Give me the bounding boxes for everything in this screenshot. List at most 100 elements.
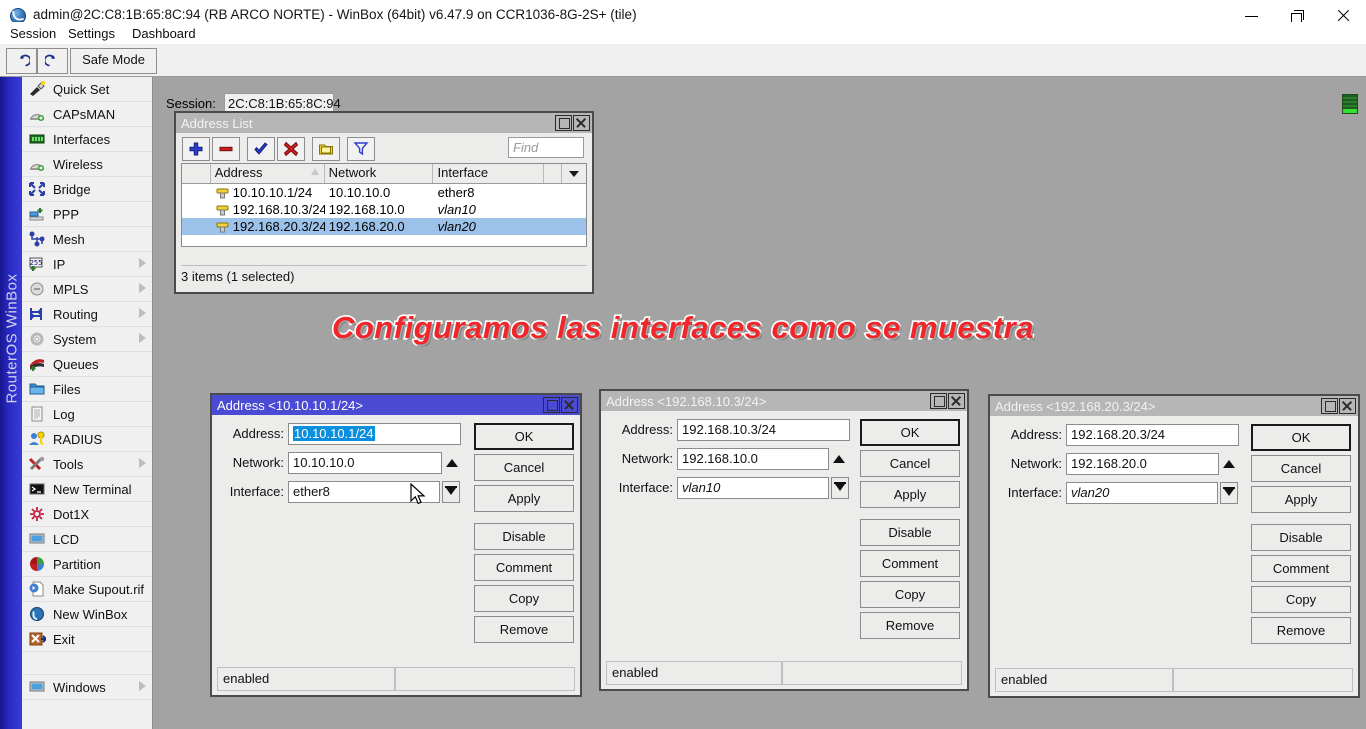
- apply-button[interactable]: Apply: [860, 481, 960, 508]
- copy-button[interactable]: Copy: [860, 581, 960, 608]
- sidebar-item-ip[interactable]: 255 IP: [22, 252, 152, 277]
- comment-button[interactable]: [312, 137, 340, 161]
- ok-button[interactable]: OK: [1251, 424, 1351, 451]
- address-input[interactable]: 192.168.10.3/24: [677, 419, 850, 441]
- sidebar-item-wireless[interactable]: Wireless: [22, 152, 152, 177]
- address-pin-icon: [216, 221, 229, 233]
- sidebar-item-label: Bridge: [53, 182, 91, 197]
- status-extra: [395, 667, 575, 691]
- close-icon[interactable]: [573, 115, 590, 131]
- redo-button[interactable]: [37, 48, 68, 74]
- remove-button[interactable]: Remove: [1251, 617, 1351, 644]
- remove-button[interactable]: [212, 137, 240, 161]
- sidebar-item-dot1x[interactable]: Dot1X: [22, 502, 152, 527]
- disable-button[interactable]: Disable: [860, 519, 960, 546]
- sidebar-item-mpls[interactable]: MPLS: [22, 277, 152, 302]
- address-input[interactable]: 192.168.20.3/24: [1066, 424, 1239, 446]
- menu-item-settings[interactable]: Settings: [62, 25, 121, 42]
- sidebar-item-new-winbox[interactable]: New WinBox: [22, 602, 152, 627]
- sidebar-item-exit[interactable]: Exit: [22, 627, 152, 652]
- sidebar-item-quick-set[interactable]: Quick Set: [22, 77, 152, 102]
- ok-button[interactable]: OK: [474, 423, 574, 450]
- network-input[interactable]: 10.10.10.0: [288, 452, 442, 474]
- copy-button[interactable]: Copy: [1251, 586, 1351, 613]
- address-input[interactable]: 10.10.10.1/24: [288, 423, 461, 445]
- enable-button[interactable]: [247, 137, 275, 161]
- sidebar-item-windows[interactable]: Windows: [22, 675, 152, 700]
- sidebar-item-partition[interactable]: Partition: [22, 552, 152, 577]
- sidebar-item-log[interactable]: Log: [22, 402, 152, 427]
- maximize-icon[interactable]: [543, 397, 560, 413]
- sidebar-item-tools[interactable]: Tools: [22, 452, 152, 477]
- cancel-button[interactable]: Cancel: [860, 450, 960, 477]
- disable-button[interactable]: Disable: [474, 523, 574, 550]
- apply-button[interactable]: Apply: [1251, 486, 1351, 513]
- interface-dropdown-button[interactable]: [831, 477, 849, 499]
- network-expand-arrow-icon[interactable]: [831, 448, 847, 470]
- network-expand-arrow-icon[interactable]: [444, 452, 460, 474]
- session-value[interactable]: 2C:C8:1B:65:8C:94: [224, 93, 334, 113]
- table-row[interactable]: 192.168.10.3/24 192.168.10.0 vlan10: [182, 201, 586, 218]
- sidebar-item-mesh[interactable]: Mesh: [22, 227, 152, 252]
- close-icon[interactable]: [1339, 398, 1356, 414]
- sidebar-item-bridge[interactable]: Bridge: [22, 177, 152, 202]
- grid-header-interface[interactable]: Interface: [433, 164, 544, 183]
- sidebar-item-interfaces[interactable]: Interfaces: [22, 127, 152, 152]
- remove-button[interactable]: Remove: [474, 616, 574, 643]
- undo-button[interactable]: [6, 48, 37, 74]
- cancel-button[interactable]: Cancel: [1251, 455, 1351, 482]
- grid-header-address[interactable]: Address: [211, 164, 325, 183]
- radius-icon: [28, 431, 48, 447]
- copy-button[interactable]: Copy: [474, 585, 574, 612]
- ok-button[interactable]: OK: [860, 419, 960, 446]
- grid-header-network[interactable]: Network: [325, 164, 434, 183]
- remove-button[interactable]: Remove: [860, 612, 960, 639]
- interface-dropdown-button[interactable]: [1220, 482, 1238, 504]
- apply-button[interactable]: Apply: [474, 485, 574, 512]
- network-input[interactable]: 192.168.10.0: [677, 448, 829, 470]
- sidebar-item-queues[interactable]: Queues: [22, 352, 152, 377]
- grid-column-menu-button[interactable]: [562, 164, 586, 183]
- sidebar-item-make-supout[interactable]: Make Supout.rif: [22, 577, 152, 602]
- interface-label: Interface:: [220, 481, 284, 503]
- close-icon[interactable]: [561, 397, 578, 413]
- network-input[interactable]: 192.168.20.0: [1066, 453, 1219, 475]
- interface-dropdown-button[interactable]: [442, 481, 460, 503]
- chevron-right-icon: [139, 283, 146, 293]
- sidebar-item-lcd[interactable]: LCD: [22, 527, 152, 552]
- add-button[interactable]: [182, 137, 210, 161]
- sidebar-item-new-terminal[interactable]: New Terminal: [22, 477, 152, 502]
- network-expand-arrow-icon[interactable]: [1221, 453, 1237, 475]
- comment-button[interactable]: Comment: [860, 550, 960, 577]
- sidebar-item-capsman[interactable]: CAPsMAN: [22, 102, 152, 127]
- comment-button[interactable]: Comment: [1251, 555, 1351, 582]
- address-list-titlebar[interactable]: Address List: [176, 113, 592, 133]
- maximize-icon[interactable]: [930, 393, 947, 409]
- capsman-icon: [28, 106, 48, 122]
- menu-item-session[interactable]: Session: [4, 25, 62, 42]
- sidebar-item-ppp[interactable]: PPP: [22, 202, 152, 227]
- dialog-titlebar[interactable]: Address <192.168.20.3/24>: [990, 396, 1358, 416]
- close-icon[interactable]: [948, 393, 965, 409]
- sidebar-item-radius[interactable]: RADIUS: [22, 427, 152, 452]
- interface-input[interactable]: ether8: [288, 481, 440, 503]
- disable-button[interactable]: Disable: [1251, 524, 1351, 551]
- interface-input[interactable]: vlan10: [677, 477, 829, 499]
- menu-item-dashboard[interactable]: Dashboard: [126, 25, 202, 42]
- table-row[interactable]: 10.10.10.1/24 10.10.10.0 ether8: [182, 184, 586, 201]
- sidebar-item-files[interactable]: Files: [22, 377, 152, 402]
- maximize-icon[interactable]: [555, 115, 572, 131]
- table-row[interactable]: 192.168.20.3/24 192.168.20.0 vlan20: [182, 218, 586, 235]
- log-icon: [28, 406, 48, 422]
- find-input[interactable]: Find: [508, 137, 584, 158]
- interface-input[interactable]: vlan20: [1066, 482, 1218, 504]
- cancel-button[interactable]: Cancel: [474, 454, 574, 481]
- comment-button[interactable]: Comment: [474, 554, 574, 581]
- filter-button[interactable]: [347, 137, 375, 161]
- disable-button[interactable]: [277, 137, 305, 161]
- safe-mode-button[interactable]: Safe Mode: [70, 48, 157, 74]
- dialog-titlebar[interactable]: Address <192.168.10.3/24>: [601, 391, 967, 411]
- dialog-titlebar[interactable]: Address <10.10.10.1/24>: [212, 395, 580, 415]
- maximize-icon[interactable]: [1321, 398, 1338, 414]
- cell-address: 10.10.10.1/24: [233, 185, 313, 200]
